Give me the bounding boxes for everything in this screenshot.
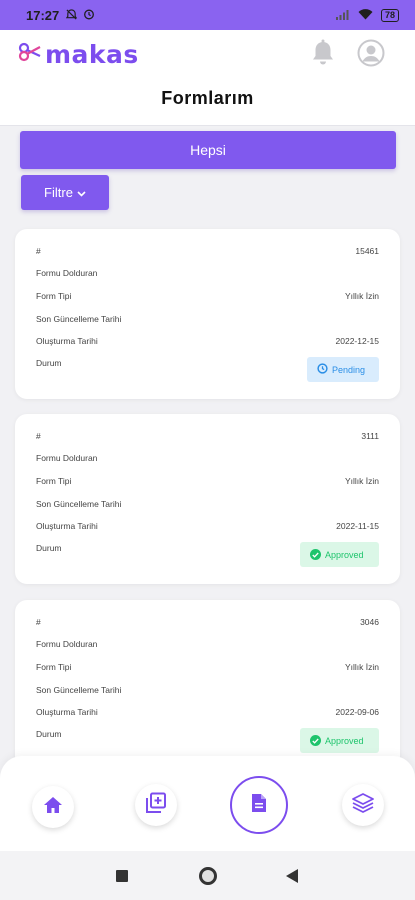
tab-all[interactable]: Hepsi: [20, 131, 396, 169]
label-form-type: Form Tipi: [36, 291, 72, 301]
row-last-update: Son Güncelleme Tarihi: [36, 497, 379, 511]
status-badge: Approved: [300, 542, 379, 567]
row-form-type: Form Tipi Yıllık İzin: [36, 474, 379, 488]
row-id: #3111: [36, 429, 379, 443]
clock-icon: [317, 363, 328, 376]
row-filled-by: Formu Dolduran: [36, 451, 379, 465]
notifications-bell-icon[interactable]: [310, 39, 336, 72]
label-created: Oluşturma Tarihi: [36, 521, 98, 531]
wifi-icon: [358, 8, 373, 23]
label-filled-by: Formu Dolduran: [36, 639, 98, 649]
status-text: Pending: [332, 364, 366, 375]
label-id: #: [36, 617, 41, 627]
row-filled-by: Formu Dolduran: [36, 637, 379, 651]
label-created: Oluşturma Tarihi: [36, 707, 98, 717]
filter-button[interactable]: Filtre: [21, 175, 109, 210]
row-id: #15461: [36, 244, 379, 258]
system-navigation-bar: [0, 851, 415, 900]
row-form-type: Form Tipi Yıllık İzin: [36, 660, 379, 674]
row-created: Oluşturma Tarihi 2022-11-15: [36, 519, 379, 533]
nav-home-button[interactable]: [32, 786, 74, 828]
nav-layers-button[interactable]: [342, 784, 384, 826]
row-created: Oluşturma Tarihi 2022-12-15: [36, 334, 379, 348]
signal-icon: [335, 8, 350, 23]
status-text: Approved: [325, 735, 364, 746]
nav-forms-button[interactable]: [230, 776, 288, 834]
form-id: 3111: [361, 431, 379, 441]
form-id: 3046: [360, 617, 379, 627]
form-card[interactable]: #3111 Formu Dolduran Form Tipi Yıllık İzi…: [15, 414, 400, 584]
row-status: Durum: [36, 356, 62, 370]
add-form-icon: [145, 792, 167, 819]
status-badge: Approved: [300, 728, 379, 753]
form-type: Yıllık İzin: [344, 662, 379, 672]
label-status: Durum: [36, 729, 62, 739]
form-card[interactable]: #3046 Formu Dolduran Form Tipi Yıllık İzi…: [15, 600, 400, 770]
label-last-update: Son Güncelleme Tarihi: [36, 314, 122, 324]
form-created: 2022-11-15: [336, 521, 379, 531]
alarm-icon: [83, 8, 95, 23]
form-created: 2022-09-06: [335, 707, 379, 717]
bottom-nav: [0, 756, 415, 851]
check-circle-icon: [310, 549, 321, 560]
nav-add-form-button[interactable]: [135, 784, 177, 826]
back-triangle-icon[interactable]: [286, 869, 298, 883]
scissors-logo-icon: [18, 42, 42, 67]
app-header: makas Formlarım: [0, 30, 415, 126]
form-id: 15461: [355, 246, 379, 256]
label-form-type: Form Tipi: [36, 476, 72, 486]
home-icon: [43, 796, 63, 819]
battery-icon: 78: [380, 8, 399, 22]
layers-icon: [352, 792, 374, 818]
document-icon: [251, 793, 267, 818]
logo[interactable]: makas: [18, 40, 139, 69]
label-status: Durum: [36, 358, 62, 368]
status-badge: Pending: [307, 357, 379, 382]
do-not-disturb-icon: [66, 8, 78, 23]
form-type: Yıllık İzin: [344, 476, 379, 486]
form-created: 2022-12-15: [335, 336, 379, 346]
form-type: Yıllık İzin: [344, 291, 379, 301]
status-bar: 17:27 78: [0, 0, 415, 30]
row-form-type: Form Tipi Yıllık İzin: [36, 289, 379, 303]
row-status: Durum: [36, 727, 62, 741]
home-circle-icon[interactable]: [199, 867, 217, 885]
form-card[interactable]: #15461 Formu Dolduran Form Tipi Yıllık İz…: [15, 229, 400, 399]
chevron-down-icon: [77, 185, 86, 200]
row-last-update: Son Güncelleme Tarihi: [36, 683, 379, 697]
logo-text: makas: [45, 40, 139, 69]
label-created: Oluşturma Tarihi: [36, 336, 98, 346]
row-last-update: Son Güncelleme Tarihi: [36, 312, 379, 326]
label-id: #: [36, 246, 41, 256]
filter-label: Filtre: [44, 185, 73, 200]
page-title: Formlarım: [161, 88, 254, 108]
label-last-update: Son Güncelleme Tarihi: [36, 685, 122, 695]
status-text: Approved: [325, 549, 364, 560]
row-filled-by: Formu Dolduran: [36, 266, 379, 280]
label-id: #: [36, 431, 41, 441]
row-status: Durum: [36, 541, 62, 555]
row-created: Oluşturma Tarihi 2022-09-06: [36, 705, 379, 719]
profile-avatar-icon[interactable]: [357, 39, 385, 72]
label-filled-by: Formu Dolduran: [36, 268, 98, 278]
status-time: 17:27: [26, 7, 60, 23]
label-status: Durum: [36, 543, 62, 553]
recents-square-icon[interactable]: [116, 870, 128, 882]
check-circle-icon: [310, 735, 321, 746]
row-id: #3046: [36, 615, 379, 629]
label-form-type: Form Tipi: [36, 662, 72, 672]
label-last-update: Son Güncelleme Tarihi: [36, 499, 122, 509]
label-filled-by: Formu Dolduran: [36, 453, 98, 463]
